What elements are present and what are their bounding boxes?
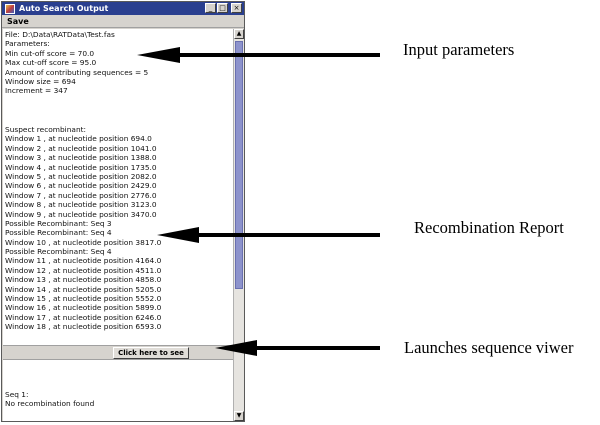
- window-controls: _ □ ×: [205, 3, 242, 13]
- parameter-line: Amount of contributing sequences = 5: [5, 67, 149, 77]
- launch-viewer-button[interactable]: Click here to see: [113, 347, 189, 359]
- report-line: Window 2 , at nucleotide position 1041.0: [5, 143, 157, 153]
- report-line: Possible Recombinant: Seq 3: [5, 218, 112, 228]
- report-line: Window 13 , at nucleotide position 4858.…: [5, 275, 162, 285]
- report-line: Suspect recombinant:: [5, 125, 87, 134]
- parameter-line: Max cut-off score = 95.0: [5, 58, 97, 68]
- report-line: Window 15 , at nucleotide position 5552.…: [5, 294, 162, 304]
- annotation-input-parameters: Input parameters: [403, 40, 515, 59]
- parameter-line: Window size = 694: [5, 76, 76, 86]
- vertical-scrollbar[interactable]: ▲ ▼: [233, 29, 244, 421]
- parameter-line: File: D:\Data\RATData\Test.fas: [5, 30, 115, 39]
- scroll-down-icon[interactable]: ▼: [234, 411, 244, 421]
- report-line: Window 7 , at nucleotide position 2776.0: [5, 190, 157, 200]
- report-line: Window 12 , at nucleotide position 4511.…: [5, 265, 162, 275]
- scroll-up-icon[interactable]: ▲: [234, 29, 244, 39]
- report-line: Window 4 , at nucleotide position 1735.0: [5, 162, 157, 172]
- close-button[interactable]: ×: [231, 3, 242, 13]
- title-bar[interactable]: Auto Search Output _ □ ×: [2, 2, 244, 15]
- report-line: Possible Recombinant: Seq 4: [5, 247, 112, 257]
- minimize-button[interactable]: _: [205, 3, 216, 13]
- sequence-info-line: No recombination found: [5, 399, 95, 409]
- report-line: Window 10 , at nucleotide position 3817.…: [5, 237, 162, 247]
- report-line: Window 5 , at nucleotide position 2082.0: [5, 171, 157, 181]
- app-icon: [5, 3, 15, 14]
- report-line: Window 3 , at nucleotide position 1388.0: [5, 153, 157, 163]
- report-line: Window 16 , at nucleotide position 5899.…: [5, 303, 162, 313]
- viewer-bar: Click here to see: [3, 345, 233, 360]
- maximize-button[interactable]: □: [217, 3, 228, 13]
- annotation-sequence-viewer: Launches sequence viwer: [404, 338, 574, 357]
- window-title: Auto Search Output: [19, 4, 109, 13]
- report-line: Window 6 , at nucleotide position 2429.0: [5, 181, 157, 191]
- sequence-info-block: Seq 1: No recombination found: [5, 390, 233, 409]
- report-line: Window 17 , at nucleotide position 6246.…: [5, 312, 162, 322]
- parameter-line: Increment = 347: [5, 86, 68, 96]
- parameter-line: Min cut-off score = 70.0: [5, 48, 95, 58]
- report-line: Window 11 , at nucleotide position 4164.…: [5, 256, 162, 266]
- report-line: Window 8 , at nucleotide position 3123.0: [5, 200, 157, 210]
- recombination-report: Suspect recombinant: Window 1 , at nucleo…: [5, 125, 233, 332]
- sequence-info-line: Seq 1:: [5, 390, 29, 399]
- report-line: Window 1 , at nucleotide position 694.0: [5, 134, 152, 144]
- save-menu[interactable]: Save: [7, 17, 29, 26]
- report-line: Window 18 , at nucleotide position 6593.…: [5, 322, 162, 332]
- annotation-recombination-report: Recombination Report: [414, 218, 564, 237]
- menu-bar: Save: [2, 15, 244, 28]
- parameters-block: File: D:\Data\RATData\Test.fas Parameters…: [5, 30, 233, 96]
- scroll-thumb[interactable]: [235, 41, 243, 289]
- output-text-area[interactable]: File: D:\Data\RATData\Test.fas Parameters…: [3, 29, 233, 421]
- auto-search-output-window: Auto Search Output _ □ × Save File: D:\D…: [1, 1, 245, 422]
- report-line: Possible Recombinant: Seq 4: [5, 228, 112, 238]
- report-line: Window 14 , at nucleotide position 5205.…: [5, 284, 162, 294]
- report-line: Window 9 , at nucleotide position 3470.0: [5, 209, 157, 219]
- parameter-line: Parameters:: [5, 39, 50, 49]
